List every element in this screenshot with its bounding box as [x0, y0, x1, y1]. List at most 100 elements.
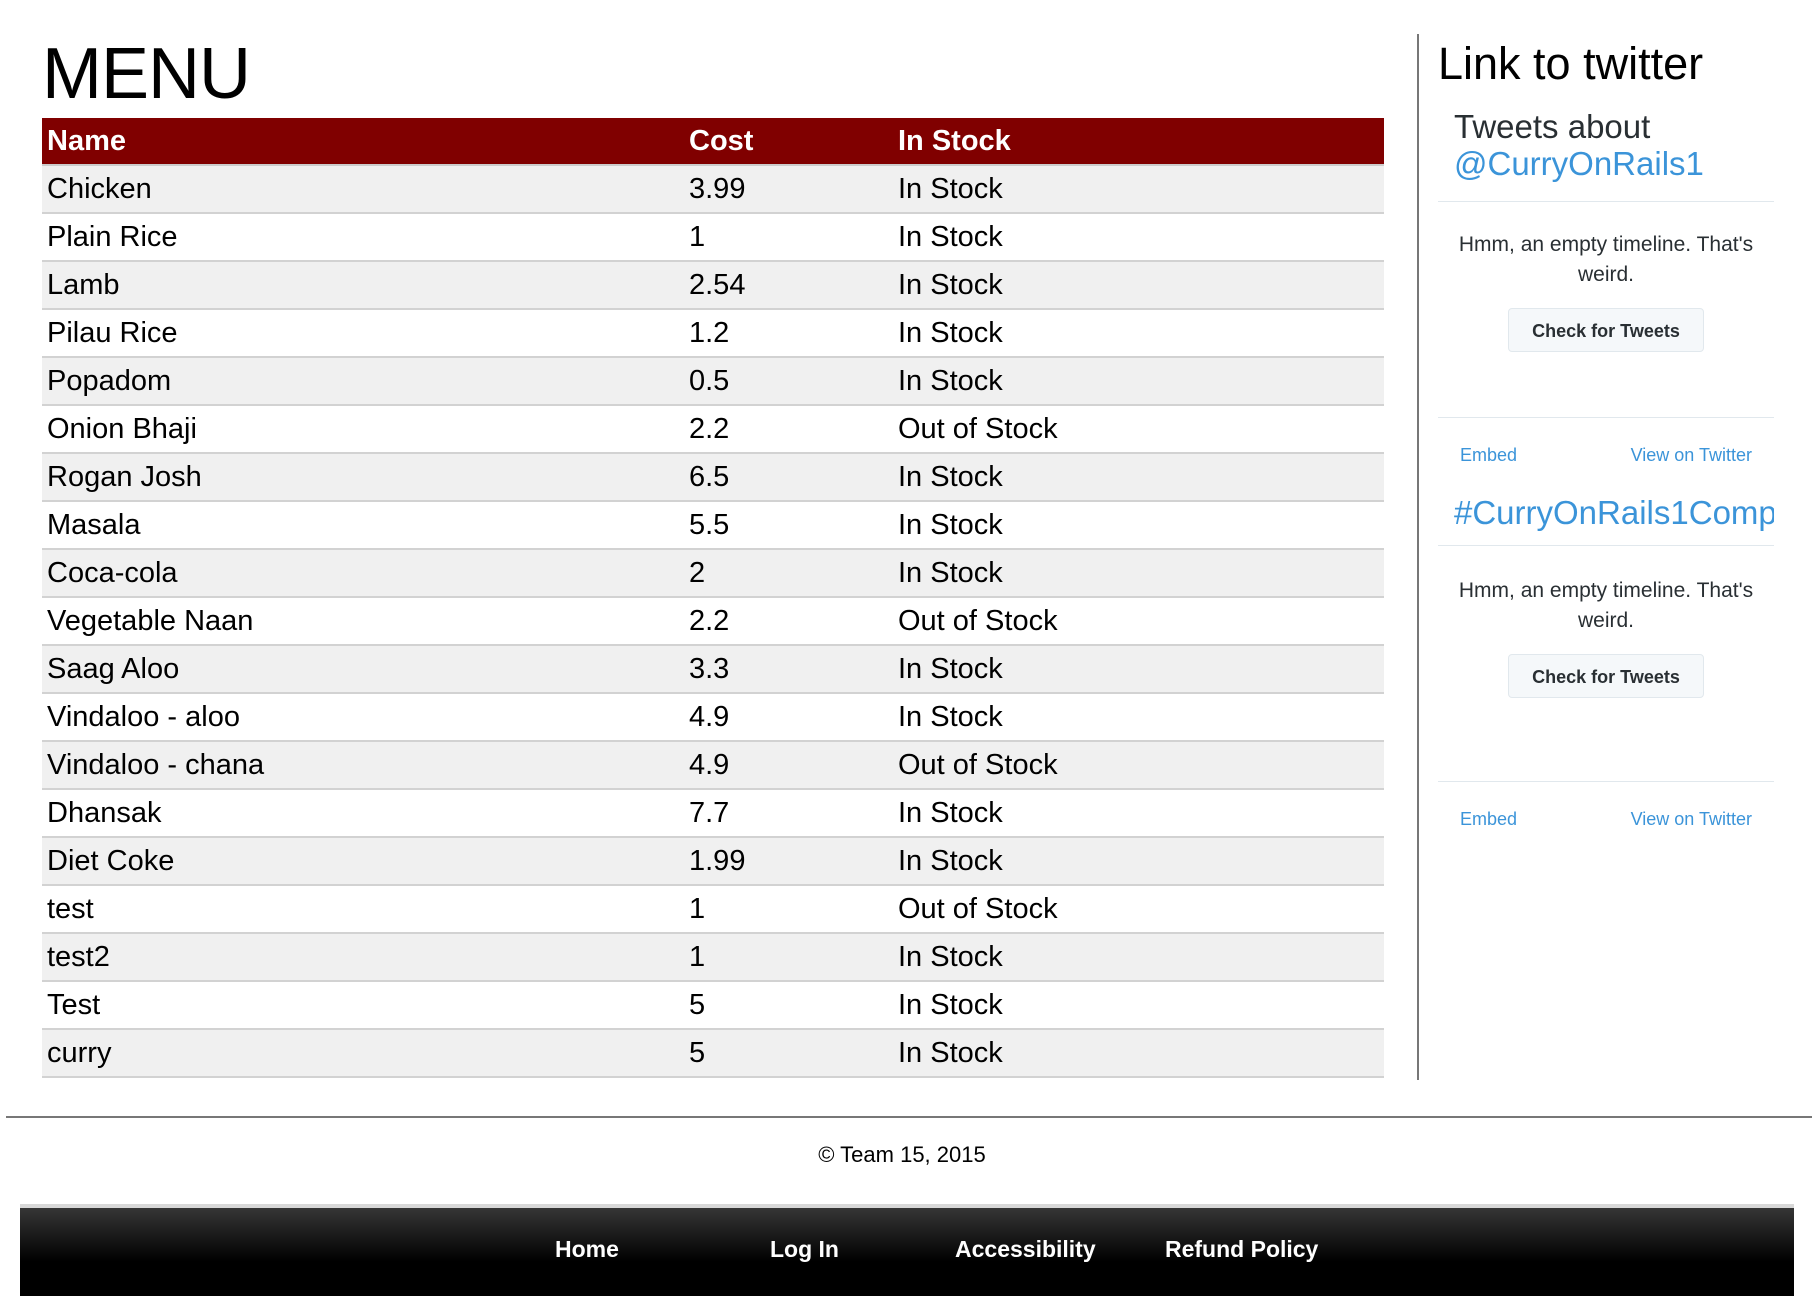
nav-link-log-in[interactable]: Log In: [770, 1234, 839, 1264]
page: MENU Name Cost In Stock Chicken 3.99 In St…: [0, 0, 1812, 1296]
column-header-name: Name: [42, 118, 684, 166]
item-name-cell: Test: [42, 981, 684, 1030]
item-cost-cell: 2: [684, 549, 893, 598]
item-cost-cell: 2.54: [684, 261, 893, 310]
item-name-cell: Popadom: [42, 357, 684, 406]
item-cost-cell: 4.9: [684, 693, 893, 742]
twitter-hashtag-link[interactable]: #CurryOnRails1Compe: [1454, 494, 1774, 531]
timeline-header: #CurryOnRails1Compe: [1438, 494, 1774, 546]
view-on-twitter-link[interactable]: View on Twitter: [1631, 809, 1752, 830]
check-for-tweets-button[interactable]: Check for Tweets: [1508, 654, 1704, 698]
menu-table-body: Chicken 3.99 In Stock Plain Rice 1 In Stock La…: [42, 165, 1384, 1078]
table-row: Test 5 In Stock: [42, 981, 1384, 1030]
item-stock-cell: In Stock: [893, 213, 1384, 262]
table-row: Plain Rice 1 In Stock: [42, 213, 1384, 262]
column-header-stock: In Stock: [893, 118, 1384, 166]
item-stock-cell: In Stock: [893, 837, 1384, 886]
item-stock-cell: In Stock: [893, 693, 1384, 742]
timeline-footer: Embed View on Twitter: [1438, 418, 1774, 492]
item-stock-cell: In Stock: [893, 453, 1384, 502]
twitter-timeline-widget-handle: Tweets about @CurryOnRails1 Hmm, an empt…: [1438, 108, 1774, 492]
item-name-cell: Rogan Josh: [42, 453, 684, 502]
item-name-cell: Chicken: [42, 165, 684, 214]
item-stock-cell: In Stock: [893, 309, 1384, 358]
column-header-cost: Cost: [684, 118, 893, 166]
check-for-tweets-button[interactable]: Check for Tweets: [1508, 308, 1704, 352]
table-row: Vindaloo - aloo 4.9 In Stock: [42, 693, 1384, 742]
table-row: Masala 5.5 In Stock: [42, 501, 1384, 550]
item-cost-cell: 2.2: [684, 597, 893, 646]
footer-divider: [6, 1116, 1812, 1118]
table-row: Rogan Josh 6.5 In Stock: [42, 453, 1384, 502]
table-row: test 1 Out of Stock: [42, 885, 1384, 934]
embed-link[interactable]: Embed: [1460, 809, 1517, 830]
table-row: Onion Bhaji 2.2 Out of Stock: [42, 405, 1384, 454]
column-divider: [1417, 34, 1419, 1080]
copyright-label: © Team 15, 2015: [818, 1142, 986, 1167]
item-stock-cell: In Stock: [893, 501, 1384, 550]
item-stock-cell: In Stock: [893, 1029, 1384, 1078]
nav-link-accessibility[interactable]: Accessibility: [955, 1234, 1096, 1264]
table-row: Dhansak 7.7 In Stock: [42, 789, 1384, 838]
item-name-cell: Diet Coke: [42, 837, 684, 886]
item-name-cell: Vindaloo - chana: [42, 741, 684, 790]
item-name-cell: Masala: [42, 501, 684, 550]
item-name-cell: curry: [42, 1029, 684, 1078]
item-stock-cell: In Stock: [893, 549, 1384, 598]
table-row: curry 5 In Stock: [42, 1029, 1384, 1078]
embed-link[interactable]: Embed: [1460, 445, 1517, 466]
item-stock-cell: Out of Stock: [893, 405, 1384, 454]
item-name-cell: Dhansak: [42, 789, 684, 838]
item-cost-cell: 1: [684, 933, 893, 982]
table-row: Saag Aloo 3.3 In Stock: [42, 645, 1384, 694]
empty-timeline-message: Hmm, an empty timeline. That's weird.: [1458, 579, 1754, 632]
item-stock-cell: In Stock: [893, 645, 1384, 694]
timeline-body: Hmm, an empty timeline. That's weird. Ch…: [1438, 202, 1774, 418]
item-cost-cell: 7.7: [684, 789, 893, 838]
nav-link-home[interactable]: Home: [555, 1234, 619, 1264]
item-cost-cell: 1.99: [684, 837, 893, 886]
table-row: Vindaloo - chana 4.9 Out of Stock: [42, 741, 1384, 790]
item-cost-cell: 4.9: [684, 741, 893, 790]
item-cost-cell: 3.3: [684, 645, 893, 694]
menu-table: Name Cost In Stock Chicken 3.99 In Stock Pl…: [42, 118, 1384, 1078]
twitter-handle-link[interactable]: @CurryOnRails1: [1454, 145, 1774, 182]
timeline-header: Tweets about @CurryOnRails1: [1438, 108, 1774, 202]
item-stock-cell: In Stock: [893, 933, 1384, 982]
item-cost-cell: 6.5: [684, 453, 893, 502]
copyright-text: © Team 15, 2015: [0, 1141, 1812, 1169]
footer-navbar: Home Log In Accessibility Refund Policy: [20, 1204, 1794, 1296]
item-stock-cell: Out of Stock: [893, 885, 1384, 934]
item-stock-cell: In Stock: [893, 789, 1384, 838]
item-cost-cell: 0.5: [684, 357, 893, 406]
item-name-cell: Vindaloo - aloo: [42, 693, 684, 742]
table-row: Diet Coke 1.99 In Stock: [42, 837, 1384, 886]
timeline-footer: Embed View on Twitter: [1438, 782, 1774, 856]
item-stock-cell: Out of Stock: [893, 741, 1384, 790]
nav-link-refund-policy[interactable]: Refund Policy: [1165, 1234, 1318, 1264]
twitter-section-title: Link to twitter: [1438, 38, 1704, 89]
item-stock-cell: In Stock: [893, 261, 1384, 310]
item-stock-cell: In Stock: [893, 357, 1384, 406]
empty-timeline-message: Hmm, an empty timeline. That's weird.: [1458, 233, 1754, 286]
view-on-twitter-link[interactable]: View on Twitter: [1631, 445, 1752, 466]
item-cost-cell: 1: [684, 885, 893, 934]
table-header-row: Name Cost In Stock: [42, 118, 1384, 166]
timeline-body: Hmm, an empty timeline. That's weird. Ch…: [1438, 546, 1774, 782]
item-cost-cell: 5.5: [684, 501, 893, 550]
item-name-cell: Onion Bhaji: [42, 405, 684, 454]
timeline-header-prefix: Tweets about: [1454, 108, 1651, 145]
item-name-cell: Pilau Rice: [42, 309, 684, 358]
item-stock-cell: In Stock: [893, 981, 1384, 1030]
item-cost-cell: 5: [684, 981, 893, 1030]
item-cost-cell: 1: [684, 213, 893, 262]
table-row: Popadom 0.5 In Stock: [42, 357, 1384, 406]
table-row: Lamb 2.54 In Stock: [42, 261, 1384, 310]
table-row: Chicken 3.99 In Stock: [42, 165, 1384, 214]
item-cost-cell: 3.99: [684, 165, 893, 214]
item-cost-cell: 2.2: [684, 405, 893, 454]
item-stock-cell: In Stock: [893, 165, 1384, 214]
table-row: test2 1 In Stock: [42, 933, 1384, 982]
item-name-cell: Coca-cola: [42, 549, 684, 598]
page-title: MENU: [42, 34, 251, 114]
